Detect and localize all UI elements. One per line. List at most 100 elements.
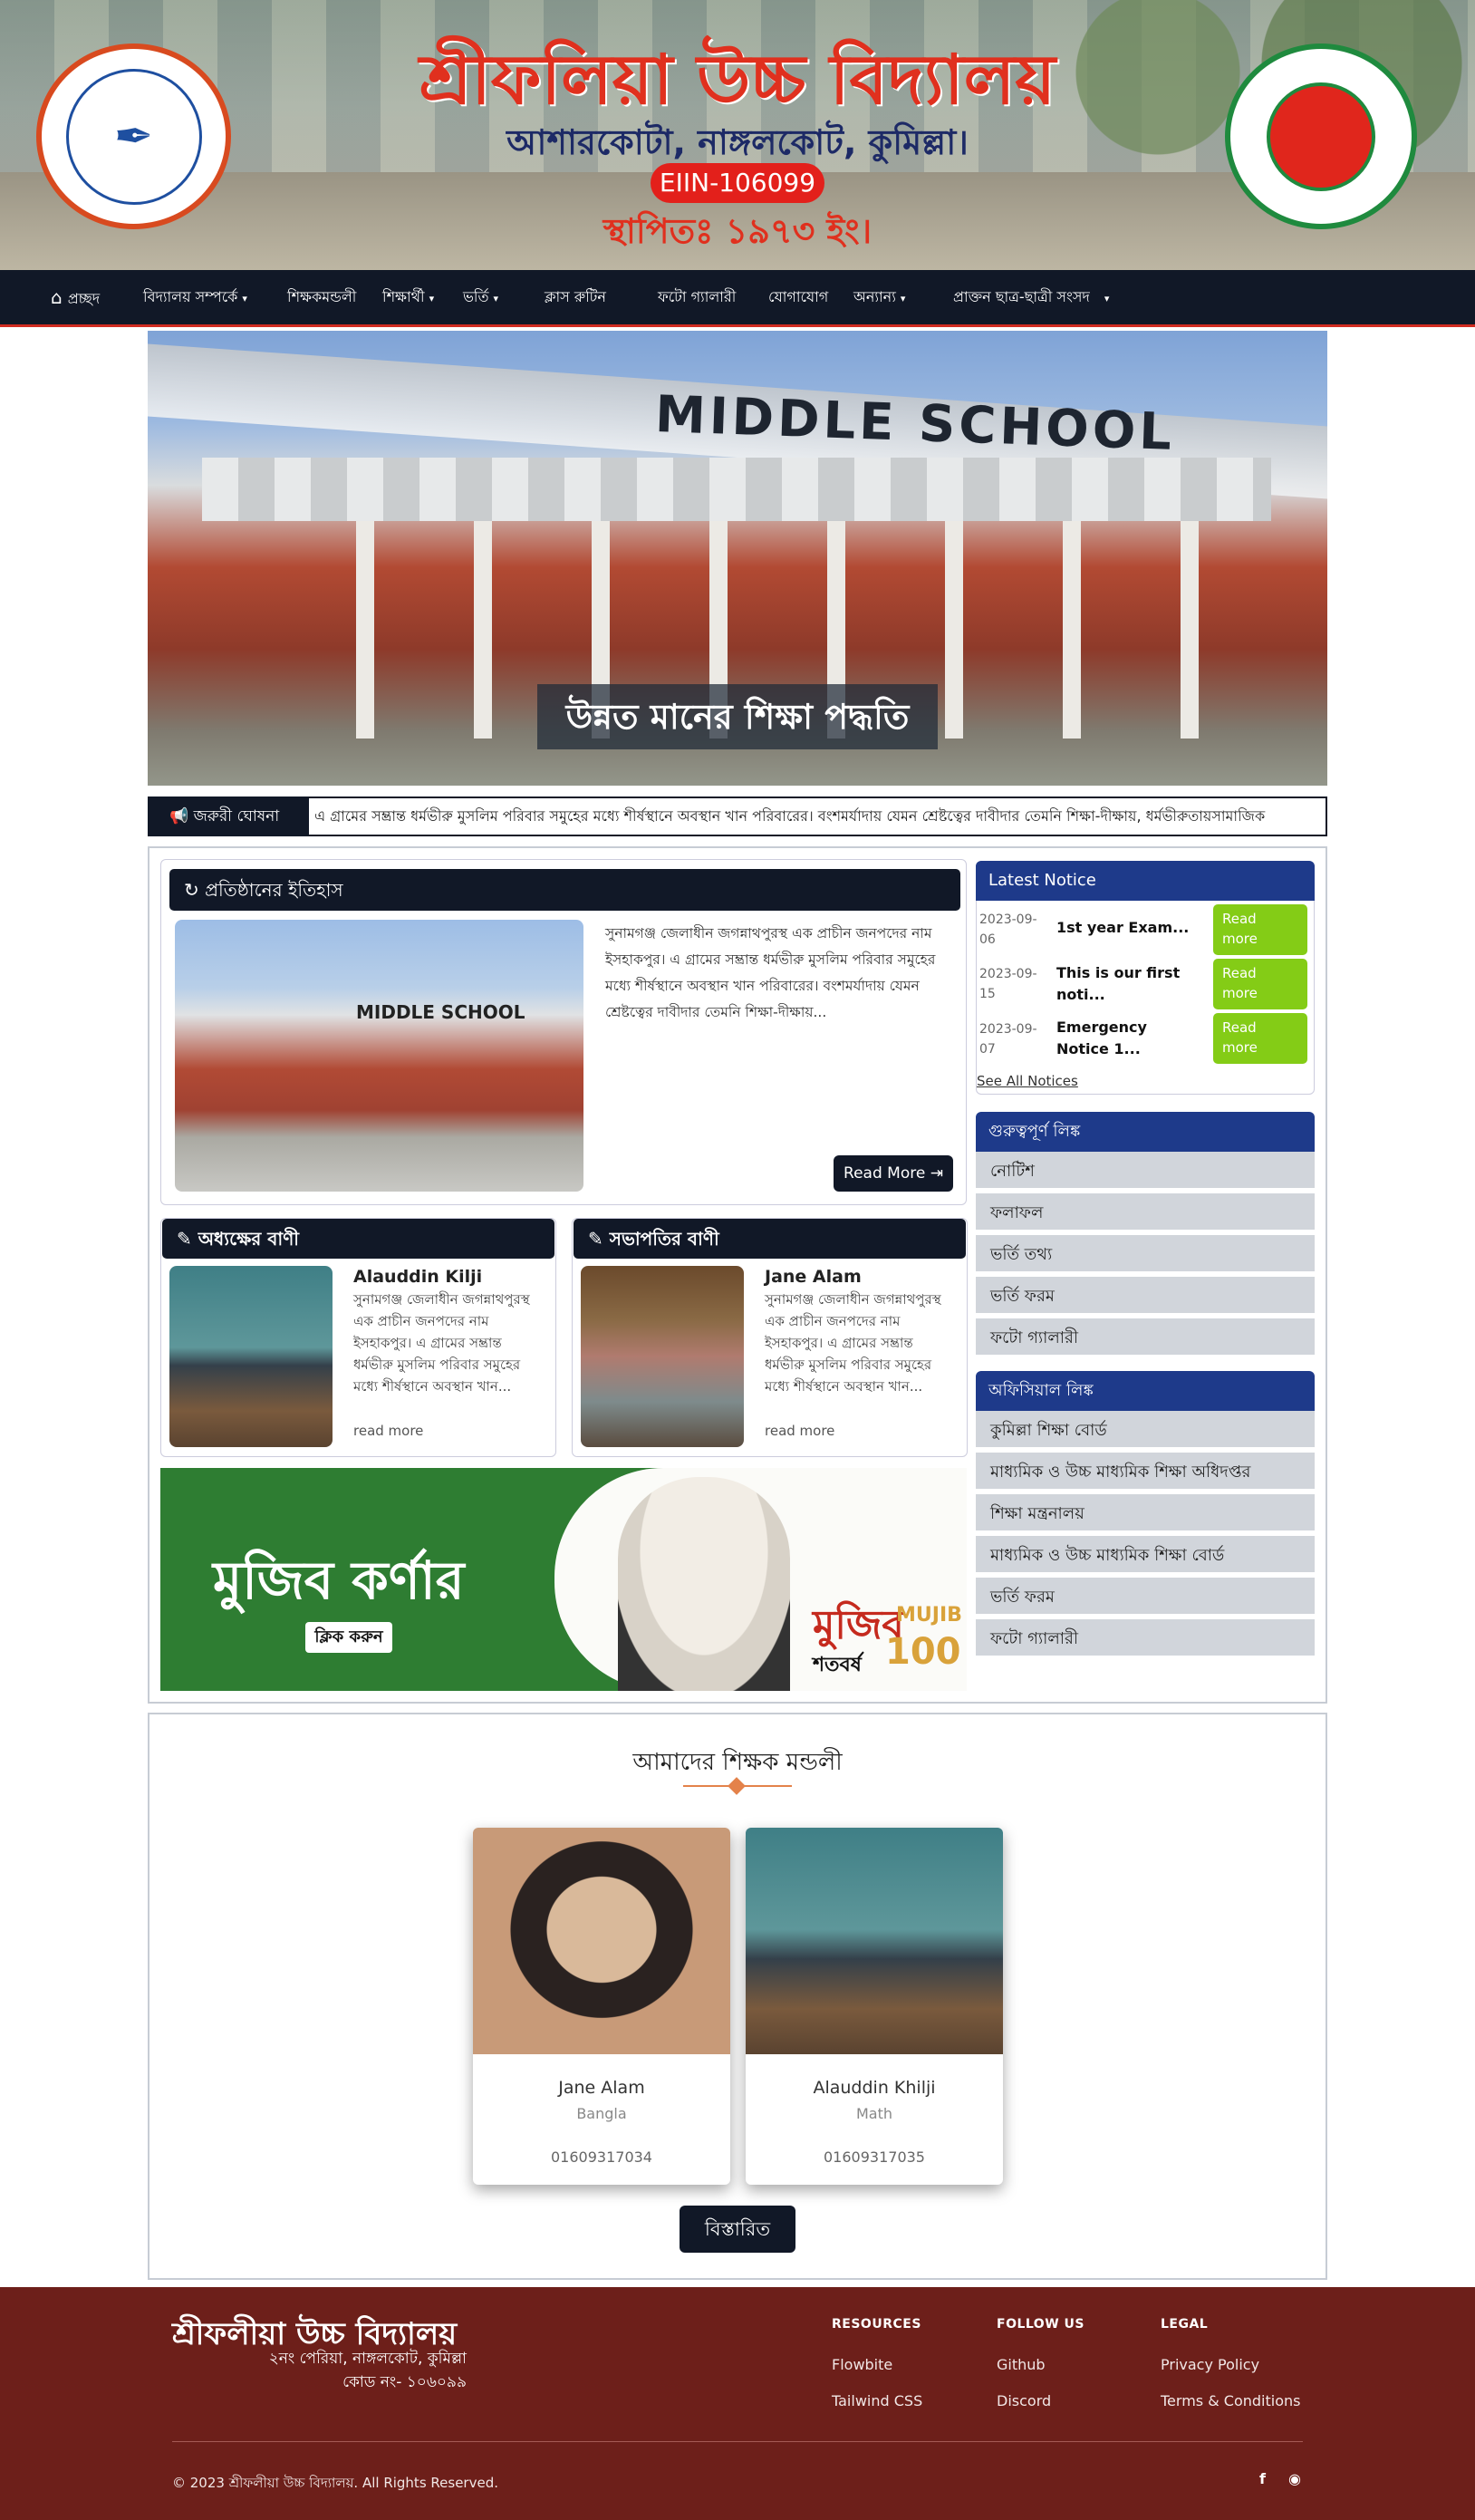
notice-read-more-button[interactable]: Read more [1213,959,1307,1009]
president-heading-text: সভাপতির বাণী [609,1228,719,1250]
nav-teachers[interactable]: শিক্ষকমন্ডলী [287,270,356,324]
footer-copyright: © 2023 শ্রীফলীয়া উচ্চ বিদ্যালয়. All Ri… [172,2475,498,2491]
footer-link-terms[interactable]: Terms & Conditions [1161,2392,1300,2409]
footer-link-github[interactable]: Github [997,2356,1046,2373]
history-image: MIDDLE SCHOOL [175,920,583,1192]
nav-students[interactable]: শিক্ষার্থী ▾ [382,270,434,324]
main-nav: ⌂ প্রচ্ছদ বিদ্যালয় সম্পর্কে ▾ শিক্ষকমন্ডল… [0,270,1475,327]
nav-others-label: অন্যান্য [853,288,896,305]
button-line: more [1222,931,1258,947]
official-link[interactable]: ফটো গ্যালারী [976,1619,1315,1658]
megaphone-icon: 📢 [169,807,189,826]
announcement-ticker: 📢 জরুরী ঘোষনা এ গ্রামের সম্ভ্রান্ত ধর্মভ… [148,797,1327,836]
important-link[interactable]: ভর্তি ফরম [976,1277,1315,1316]
button-line: Read [1222,1019,1257,1036]
notice-title[interactable]: 1st year Exam... [1056,917,1201,939]
teacher-photo [473,1828,730,2054]
history-heading-text: প্রতিষ্ঠানের ইতিহাস [205,879,343,901]
important-links-heading: গুরুত্বপূর্ণ লিঙ্ক [976,1112,1315,1152]
notice-date-line: 2023-09- [979,912,1037,927]
footer-code: কোড নং- ১০৬০৯৯ [342,2373,467,2391]
nav-home-label: প্রচ্ছদ [67,290,101,307]
chevron-down-icon: ▾ [1104,293,1110,304]
nav-contact[interactable]: যোগাযোগ [768,270,828,324]
notice-date: 2023-09- 15 [979,964,1037,1004]
nav-alumni[interactable]: প্রাক্তন ছাত্র-ছাত্রী সংসদ ▾ [953,270,1109,324]
announcement-label: 📢 জরুরী ঘোষনা [149,798,309,835]
mujib-100: 100 [885,1631,961,1673]
footer-follow-heading: FOLLOW US [997,2317,1085,2332]
principal-read-more[interactable]: read more [353,1423,423,1439]
notice-heading: Latest Notice [976,861,1315,901]
notice-date-line: 2023-09- [979,1022,1037,1037]
mujib-click-button[interactable]: ক্লিক করুন [305,1622,392,1653]
pen-book-icon: ✒ [65,68,202,205]
nav-admission-label: ভর্তি [463,288,489,305]
nav-gallery[interactable]: ফটো গ্যালারী [658,270,736,324]
teacher-name: Alauddin Khilji [813,2078,936,2098]
nav-home[interactable]: ⌂ প্রচ্ছদ [51,270,100,324]
button-line: Read [1222,965,1257,981]
footer-link-privacy[interactable]: Privacy Policy [1161,2356,1259,2373]
nav-about[interactable]: বিদ্যালয় সম্পর্কে ▾ [143,270,247,324]
discord-icon[interactable]: ◉ [1288,2470,1301,2487]
footer-legal-heading: LEGAL [1161,2317,1209,2332]
read-more-button[interactable]: Read More ⇥ [834,1155,953,1192]
announcement-text[interactable]: এ গ্রামের সম্ভ্রান্ত ধর্মভীরু মুসলিম পরি… [314,798,1265,835]
official-link[interactable]: ভর্তি ফরম [976,1578,1315,1617]
history-image-sign: MIDDLE SCHOOL [356,1001,525,1023]
president-read-more[interactable]: read more [765,1423,834,1439]
hero-slider[interactable]: MIDDLE SCHOOL উন্নত মানের শিক্ষা পদ্ধতি [148,331,1327,786]
nav-routine[interactable]: ক্লাস রুটিন [545,270,606,324]
site-header: ✒ শ্রীফলিয়া উচ্চ বিদ্যালয় আশারকোটা, না… [0,0,1475,270]
important-link[interactable]: ফটো গ্যালারী [976,1318,1315,1357]
nav-alumni-label: প্রাক্তন ছাত্র-ছাত্রী সংসদ [953,288,1090,305]
important-link[interactable]: ভর্তি তথ্য [976,1235,1315,1274]
school-logo[interactable]: ✒ [36,43,231,229]
principal-photo [169,1266,333,1447]
notice-title-line: Notice 1... [1056,1040,1141,1057]
nav-others[interactable]: অন্যান্য ▾ [853,270,905,324]
notice-title[interactable]: This is our first noti... [1056,962,1210,1006]
notice-date: 2023-09- 07 [979,1019,1037,1059]
notice-title-line: noti... [1056,986,1105,1003]
arrow-right-icon: ⇥ [930,1164,943,1183]
official-link[interactable]: মাধ্যমিক ও উচ্চ মাধ্যমিক শিক্ষা বোর্ড [976,1536,1315,1575]
notice-read-more-button[interactable]: Read more [1213,904,1307,955]
teacher-card[interactable]: Alauddin Khilji Math 01609317035 [746,1828,1003,2185]
official-link[interactable]: কুমিল্লা শিক্ষা বোর্ড [976,1411,1315,1450]
footer-link-discord[interactable]: Discord [997,2392,1051,2409]
nav-admission[interactable]: ভর্তি ▾ [463,270,498,324]
notice-date-line: 06 [979,932,996,947]
teacher-card[interactable]: Jane Alam Bangla 01609317034 [473,1828,730,2185]
official-link[interactable]: মাধ্যমিক ও উচ্চ মাধ্যমিক শিক্ষা অধিদপ্তর [976,1453,1315,1492]
footer-link-flowbite[interactable]: Flowbite [832,2356,892,2373]
facebook-icon[interactable]: f [1259,2470,1266,2487]
president-photo [581,1266,744,1447]
footer-link-tailwind[interactable]: Tailwind CSS [832,2392,922,2409]
see-all-notices-link[interactable]: See All Notices [977,1073,1078,1089]
history-icon: ↻ [184,879,199,901]
notice-date: 2023-09- 06 [979,910,1037,950]
important-link[interactable]: নোটিশ [976,1152,1315,1191]
nav-routine-label: ক্লাস রুটিন [545,288,606,305]
teacher-subject: Bangla [576,2105,627,2122]
history-text: সুনামগঞ্জ জেলাধীন জগন্নাথপুরস্থ এক প্রাচ… [605,925,936,1020]
footer-resources-heading: RESOURCES [832,2317,921,2332]
button-line: Read [1222,911,1257,927]
notice-title-line: Emergency [1056,1019,1147,1036]
president-message-heading: ✎ সভাপতির বাণী [574,1219,966,1259]
notice-title[interactable]: Emergency Notice 1... [1056,1017,1210,1060]
notice-read-more-button[interactable]: Read more [1213,1013,1307,1064]
teacher-phone: 01609317035 [824,2148,925,2166]
nav-contact-label: যোগাযোগ [768,288,829,305]
teacher-photo [746,1828,1003,2054]
notice-date-line: 2023-09- [979,967,1037,981]
important-link[interactable]: ফলাফল [976,1193,1315,1232]
read-more-label: Read More [844,1164,926,1183]
bangladesh-map-icon [1267,82,1375,191]
mujib-corner-title: মুজিব কর্ণার [213,1550,465,1611]
mujib-corner-banner[interactable]: মুজিব কর্ণার ক্লিক করুন মুজিব MUJIB 100 … [160,1468,967,1691]
official-link[interactable]: শিক্ষা মন্ত্রনালয় [976,1494,1315,1533]
teachers-details-button[interactable]: বিস্তারিত [680,2206,795,2253]
